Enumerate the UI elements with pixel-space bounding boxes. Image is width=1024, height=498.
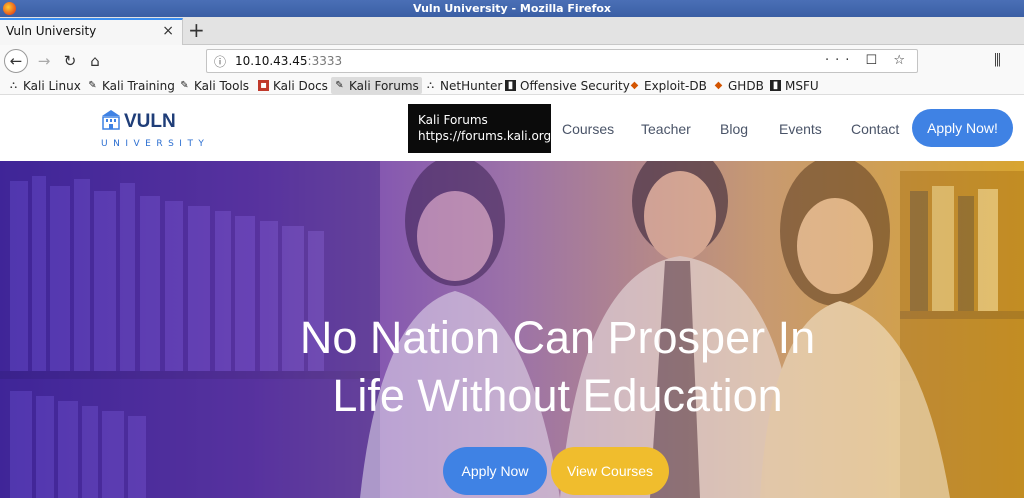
nethunter-icon: ⛬	[427, 80, 434, 91]
kali-dragon-icon: ✎	[180, 80, 189, 91]
view-courses-button[interactable]: View Courses	[551, 447, 669, 495]
site-info-icon[interactable]: ⓘ	[214, 53, 226, 70]
bookmark-kali-training[interactable]: ✎ Kali Training	[87, 77, 175, 94]
navigation-toolbar: ← → ↻ ⌂ ⓘ 10.10.43.45:3333 ··· ☐ ☆ ⫼	[0, 45, 1024, 76]
bookmarks-toolbar: ⛬ Kali Linux ✎ Kali Training ✎ Kali Tools ▪…	[0, 76, 1024, 95]
library-icon[interactable]: ⫼	[994, 51, 1001, 69]
home-button[interactable]: ⌂	[83, 49, 107, 73]
university-building-icon	[102, 110, 120, 130]
nav-link-blog[interactable]: Blog	[720, 121, 748, 137]
bookmark-ghdb[interactable]: ◆ GHDB	[713, 77, 764, 94]
bookmark-kali-tools[interactable]: ✎ Kali Tools	[179, 77, 249, 94]
back-button[interactable]: ←	[4, 49, 28, 73]
bookmark-kali-linux[interactable]: ⛬ Kali Linux	[8, 77, 81, 94]
apply-now-header-button[interactable]: Apply Now!	[912, 109, 1013, 147]
firefox-logo-icon	[3, 2, 16, 15]
new-tab-button[interactable]: +	[188, 19, 205, 41]
bookmark-kali-forums[interactable]: ✎ Kali Forums	[331, 77, 422, 94]
page-actions-icon[interactable]: ··· ☐ ☆	[825, 53, 911, 68]
hero-heading: No Nation Can Prosper In Life Without Ed…	[299, 312, 816, 421]
hero-banner: No Nation Can Prosper In Life Without Ed…	[0, 161, 1024, 498]
tab-close-icon[interactable]: ×	[162, 23, 174, 39]
tab-vuln-university[interactable]: Vuln University ×	[0, 18, 183, 45]
bookmark-msfu[interactable]: ▮ MSFU	[770, 77, 819, 94]
apply-now-hero-button[interactable]: Apply Now	[443, 447, 547, 495]
forward-button[interactable]: →	[32, 49, 56, 73]
bookmark-offensive-security[interactable]: ▮ Offensive Security	[505, 77, 630, 94]
bookmark-kali-docs[interactable]: ▪ Kali Docs	[258, 77, 328, 94]
window-title: Vuln University - Mozilla Firefox	[412, 2, 612, 15]
url-bar[interactable]: ⓘ 10.10.43.45:3333 ··· ☐ ☆	[206, 49, 918, 73]
offsec-icon: ▮	[770, 80, 781, 91]
exploitdb-icon: ◆	[630, 80, 639, 91]
kali-dragon-icon: ✎	[88, 80, 97, 91]
url-text: 10.10.43.45:3333	[235, 54, 343, 68]
bookmark-tooltip: Kali Forums https://forums.kali.org/	[408, 104, 556, 153]
nav-link-courses[interactable]: Courses	[562, 121, 614, 137]
nav-link-teacher[interactable]: Teacher	[641, 121, 691, 137]
tab-label: Vuln University	[6, 24, 97, 38]
bookmark-nethunter[interactable]: ⛬ NetHunter	[425, 77, 502, 94]
nav-link-contact[interactable]: Contact	[851, 121, 899, 137]
tooltip-title: Kali Forums	[418, 113, 488, 127]
reload-button[interactable]: ↻	[58, 49, 82, 73]
site-logo-subtitle: UNIVERSITY	[101, 139, 210, 149]
nav-link-events[interactable]: Events	[779, 121, 822, 137]
offsec-icon: ▮	[505, 80, 516, 91]
tab-strip: Vuln University × +	[0, 17, 1024, 45]
bookmark-exploit-db[interactable]: ◆ Exploit-DB	[629, 77, 707, 94]
tooltip-url: https://forums.kali.org/	[418, 129, 556, 143]
red-doc-icon: ▪	[258, 80, 269, 91]
site-logo[interactable]: VULN	[124, 111, 176, 133]
window-titlebar: Vuln University - Mozilla Firefox	[0, 0, 1024, 17]
kali-dragon-icon: ✎	[335, 80, 344, 91]
kali-dragon-icon: ⛬	[10, 80, 17, 91]
exploitdb-icon: ◆	[714, 80, 723, 91]
